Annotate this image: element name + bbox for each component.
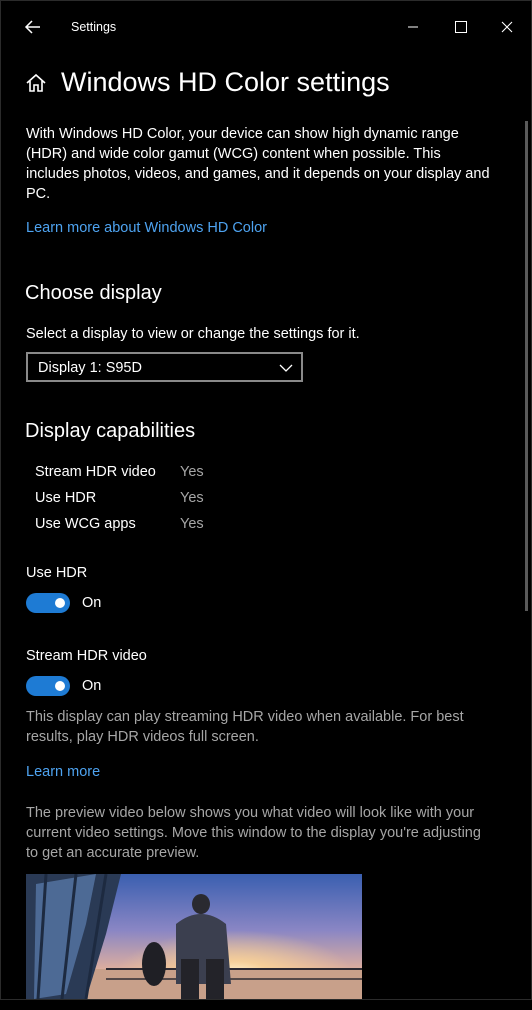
hdr-preview-video[interactable] bbox=[26, 874, 362, 999]
learn-more-link[interactable]: Learn more bbox=[26, 764, 100, 780]
capability-value: Yes bbox=[180, 516, 204, 532]
chevron-down-icon bbox=[279, 364, 293, 372]
display-select[interactable]: Display 1: S95D bbox=[26, 352, 303, 382]
choose-display-instruction: Select a display to view or change the s… bbox=[26, 326, 360, 342]
close-icon bbox=[501, 21, 513, 33]
capability-value: Yes bbox=[180, 490, 204, 506]
capability-name: Use HDR bbox=[35, 490, 97, 506]
toggle-knob bbox=[55, 598, 65, 608]
toggle-knob bbox=[55, 681, 65, 691]
app-title: Settings bbox=[71, 20, 117, 34]
back-button[interactable] bbox=[19, 13, 47, 41]
settings-window: Settings Windows HD Color settings With … bbox=[0, 0, 532, 1000]
title-bar: Settings bbox=[1, 1, 531, 53]
home-icon[interactable] bbox=[25, 72, 47, 94]
minimize-button[interactable] bbox=[393, 11, 433, 43]
maximize-icon bbox=[455, 21, 467, 33]
choose-display-heading: Choose display bbox=[25, 282, 162, 304]
display-select-value: Display 1: S95D bbox=[38, 360, 142, 376]
use-hdr-state: On bbox=[82, 595, 102, 611]
display-capabilities-heading: Display capabilities bbox=[25, 420, 196, 442]
page-title: Windows HD Color settings bbox=[61, 67, 390, 97]
stream-hdr-toggle[interactable] bbox=[26, 676, 70, 696]
capability-value: Yes bbox=[180, 464, 204, 480]
use-hdr-toggle[interactable] bbox=[26, 593, 70, 613]
preview-video-image bbox=[26, 874, 362, 999]
minimize-icon bbox=[408, 26, 418, 28]
back-arrow-icon bbox=[24, 20, 40, 34]
learn-more-hd-color-link[interactable]: Learn more about Windows HD Color bbox=[26, 220, 267, 236]
use-hdr-label: Use HDR bbox=[26, 565, 88, 581]
vertical-scrollbar[interactable] bbox=[525, 121, 528, 611]
close-button[interactable] bbox=[487, 11, 527, 43]
stream-hdr-label: Stream HDR video bbox=[26, 648, 147, 664]
capability-name: Use WCG apps bbox=[35, 516, 136, 532]
stream-hdr-state: On bbox=[82, 678, 102, 694]
intro-text: With Windows HD Color, your device can s… bbox=[26, 126, 490, 202]
stream-hdr-description: This display can play streaming HDR vide… bbox=[26, 709, 464, 745]
preview-description: The preview video below shows you what v… bbox=[26, 805, 481, 861]
capability-name: Stream HDR video bbox=[35, 464, 156, 480]
maximize-button[interactable] bbox=[441, 11, 481, 43]
